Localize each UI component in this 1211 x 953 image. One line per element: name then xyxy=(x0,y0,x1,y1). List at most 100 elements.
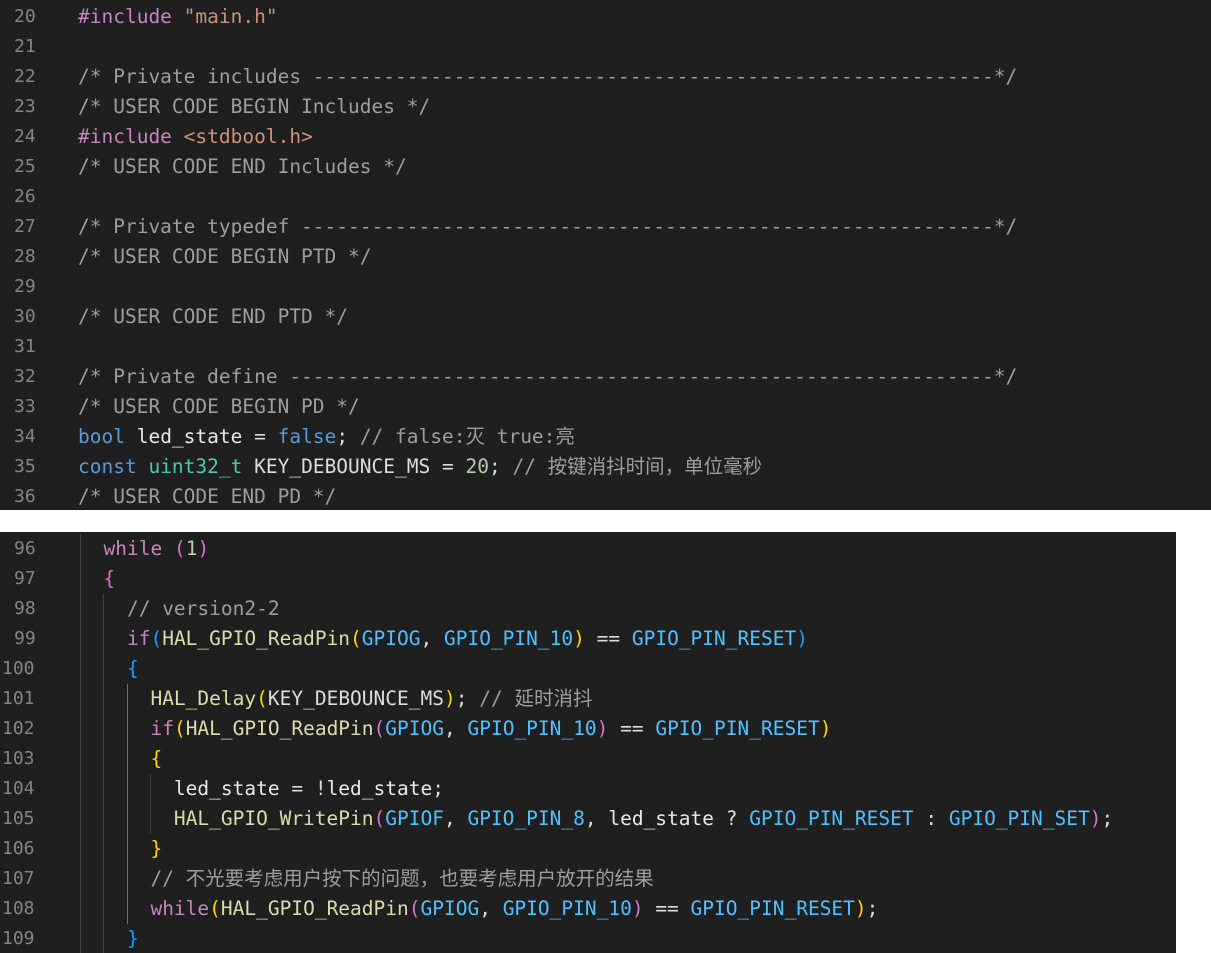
code-line[interactable]: 30 /* USER CODE END PTD */ xyxy=(0,302,1211,332)
code-line[interactable]: 96 while (1) xyxy=(0,534,1176,564)
code-line[interactable]: 27 /* Private typedef -------------------… xyxy=(0,212,1211,242)
code-line[interactable]: 29 xyxy=(0,272,1211,302)
code-token: = ! xyxy=(279,777,327,800)
code-line[interactable]: 103 { xyxy=(0,744,1176,774)
code-line[interactable]: 106 } xyxy=(0,834,1176,864)
code-text: if(HAL_GPIO_ReadPin(GPIOG, GPIO_PIN_10) … xyxy=(80,624,808,654)
code-token: // version2-2 xyxy=(126,597,280,620)
code-line[interactable]: 26 xyxy=(0,182,1211,212)
code-line[interactable]: 21 xyxy=(0,32,1211,62)
line-number: 96 xyxy=(14,538,36,559)
code-text: // 不光要考虑用户按下的问题，也要考虑用户放开的结果 xyxy=(80,864,653,894)
line-number: 98 xyxy=(14,598,36,619)
code-text: while (1) xyxy=(80,534,209,564)
code-token: ; xyxy=(455,687,480,710)
line-number: 23 xyxy=(14,96,36,117)
code-token: ( xyxy=(256,687,268,710)
line-number: 29 xyxy=(14,276,36,297)
line-number: 100 xyxy=(2,658,35,679)
line-number: 24 xyxy=(14,126,36,147)
code-text: /* USER CODE END Includes */ xyxy=(78,152,407,182)
code-line[interactable]: 24 #include <stdbool.h> xyxy=(0,122,1211,152)
line-number: 104 xyxy=(2,778,35,799)
code-token: ) xyxy=(819,717,832,740)
code-text: /* USER CODE END PD */ xyxy=(78,482,336,510)
code-token: = xyxy=(242,425,278,448)
code-token: GPIO_PIN_SET xyxy=(948,807,1090,830)
line-number: 21 xyxy=(14,36,36,57)
code-token: "main.h" xyxy=(183,5,278,28)
indent-guide xyxy=(150,774,152,834)
code-token: : xyxy=(913,807,949,830)
code-line[interactable]: 22 /* Private includes ------------------… xyxy=(0,62,1211,92)
line-number: 30 xyxy=(14,306,36,327)
code-line[interactable]: 32 /* Private define --------------------… xyxy=(0,362,1211,392)
code-text: if(HAL_GPIO_ReadPin(GPIOG, GPIO_PIN_10) … xyxy=(80,714,831,744)
code-text: HAL_GPIO_WritePin(GPIOF, GPIO_PIN_8, led… xyxy=(80,804,1113,834)
code-text: /* USER CODE BEGIN PD */ xyxy=(78,392,360,422)
code-text: while(HAL_GPIO_ReadPin(GPIOG, GPIO_PIN_1… xyxy=(80,894,878,924)
code-line[interactable]: 28 /* USER CODE BEGIN PTD */ xyxy=(0,242,1211,272)
code-token: , xyxy=(443,807,468,830)
code-line[interactable]: 101 HAL_Delay(KEY_DEBOUNCE_MS); // 延时消抖 xyxy=(0,684,1176,714)
code-editor-panel-top[interactable]: 20 #include "main.h" 21 22 /* Private includ… xyxy=(0,0,1211,510)
code-token: HAL_Delay xyxy=(150,687,257,710)
code-line[interactable]: 100 { xyxy=(0,654,1176,684)
code-token: = xyxy=(430,455,466,478)
code-text: { xyxy=(80,564,115,594)
code-line[interactable]: 102 if(HAL_GPIO_ReadPin(GPIOG, GPIO_PIN_… xyxy=(0,714,1176,744)
indent-guide xyxy=(103,594,105,953)
code-line[interactable]: 108 while(HAL_GPIO_ReadPin(GPIOG, GPIO_P… xyxy=(0,894,1176,924)
code-token: /* USER CODE END PTD */ xyxy=(78,305,349,328)
code-line[interactable]: 23 /* USER CODE BEGIN Includes */ xyxy=(0,92,1211,122)
code-text: /* Private typedef ---------------------… xyxy=(78,212,1017,242)
code-token: false xyxy=(277,425,337,448)
code-line[interactable]: 31 xyxy=(0,332,1211,362)
code-token: #include xyxy=(78,125,184,148)
line-number: 22 xyxy=(14,66,36,87)
code-token: GPIO_PIN_8 xyxy=(467,807,585,830)
code-line[interactable]: 35 const uint32_t KEY_DEBOUNCE_MS = 20; /… xyxy=(0,452,1211,482)
code-line[interactable]: 99 if(HAL_GPIO_ReadPin(GPIOG, GPIO_PIN_1… xyxy=(0,624,1176,654)
code-line[interactable]: 34 bool led_state = false; // false:灭 tru… xyxy=(0,422,1211,452)
code-text: } xyxy=(80,834,162,864)
code-token: ) xyxy=(573,627,585,650)
code-text: } xyxy=(80,924,139,953)
code-line[interactable]: 104 led_state = !led_state; xyxy=(0,774,1176,804)
code-token: GPIO_PIN_RESET xyxy=(655,717,820,740)
code-token: HAL_GPIO_ReadPin xyxy=(185,717,374,740)
code-line[interactable]: 98 // version2-2 xyxy=(0,594,1176,624)
code-line[interactable]: 109 } xyxy=(0,924,1176,953)
code-editor-panel-bottom[interactable]: 96 while (1) 97 {98 // version2-2 99 if(HA… xyxy=(0,532,1176,953)
code-line[interactable]: 36 /* USER CODE END PD */ xyxy=(0,482,1211,510)
code-token: ; xyxy=(866,897,879,920)
line-number: 101 xyxy=(2,688,35,709)
code-token: ) xyxy=(197,537,210,560)
code-token: HAL_GPIO_ReadPin xyxy=(220,897,409,920)
code-line[interactable]: 107 // 不光要考虑用户按下的问题，也要考虑用户放开的结果 xyxy=(0,864,1176,894)
code-token: ) xyxy=(443,687,456,710)
code-token: GPIOG xyxy=(385,717,444,740)
code-line[interactable]: 105 HAL_GPIO_WritePin(GPIOF, GPIO_PIN_8,… xyxy=(0,804,1176,834)
code-token: GPIO_PIN_10 xyxy=(467,717,597,740)
code-token: led_state xyxy=(608,807,715,830)
code-line[interactable]: 25 /* USER CODE END Includes */ xyxy=(0,152,1211,182)
code-token: ) xyxy=(796,627,808,650)
code-token: // 按键消抖时间，单位毫秒 xyxy=(512,455,763,478)
code-text: { xyxy=(80,654,139,684)
code-line[interactable]: 97 { xyxy=(0,564,1176,594)
code-token: // false:灭 true:亮 xyxy=(359,425,575,448)
code-token: GPIO_PIN_RESET xyxy=(631,627,797,650)
code-text: #include <stdbool.h> xyxy=(78,122,313,152)
code-line[interactable]: 20 #include "main.h" xyxy=(0,2,1211,32)
line-number: 27 xyxy=(14,216,36,237)
code-token: ) xyxy=(854,897,867,920)
line-number: 32 xyxy=(14,366,36,387)
code-line[interactable]: 33 /* USER CODE BEGIN PD */ xyxy=(0,392,1211,422)
code-token: while xyxy=(150,897,210,920)
code-token: ; xyxy=(488,455,513,478)
